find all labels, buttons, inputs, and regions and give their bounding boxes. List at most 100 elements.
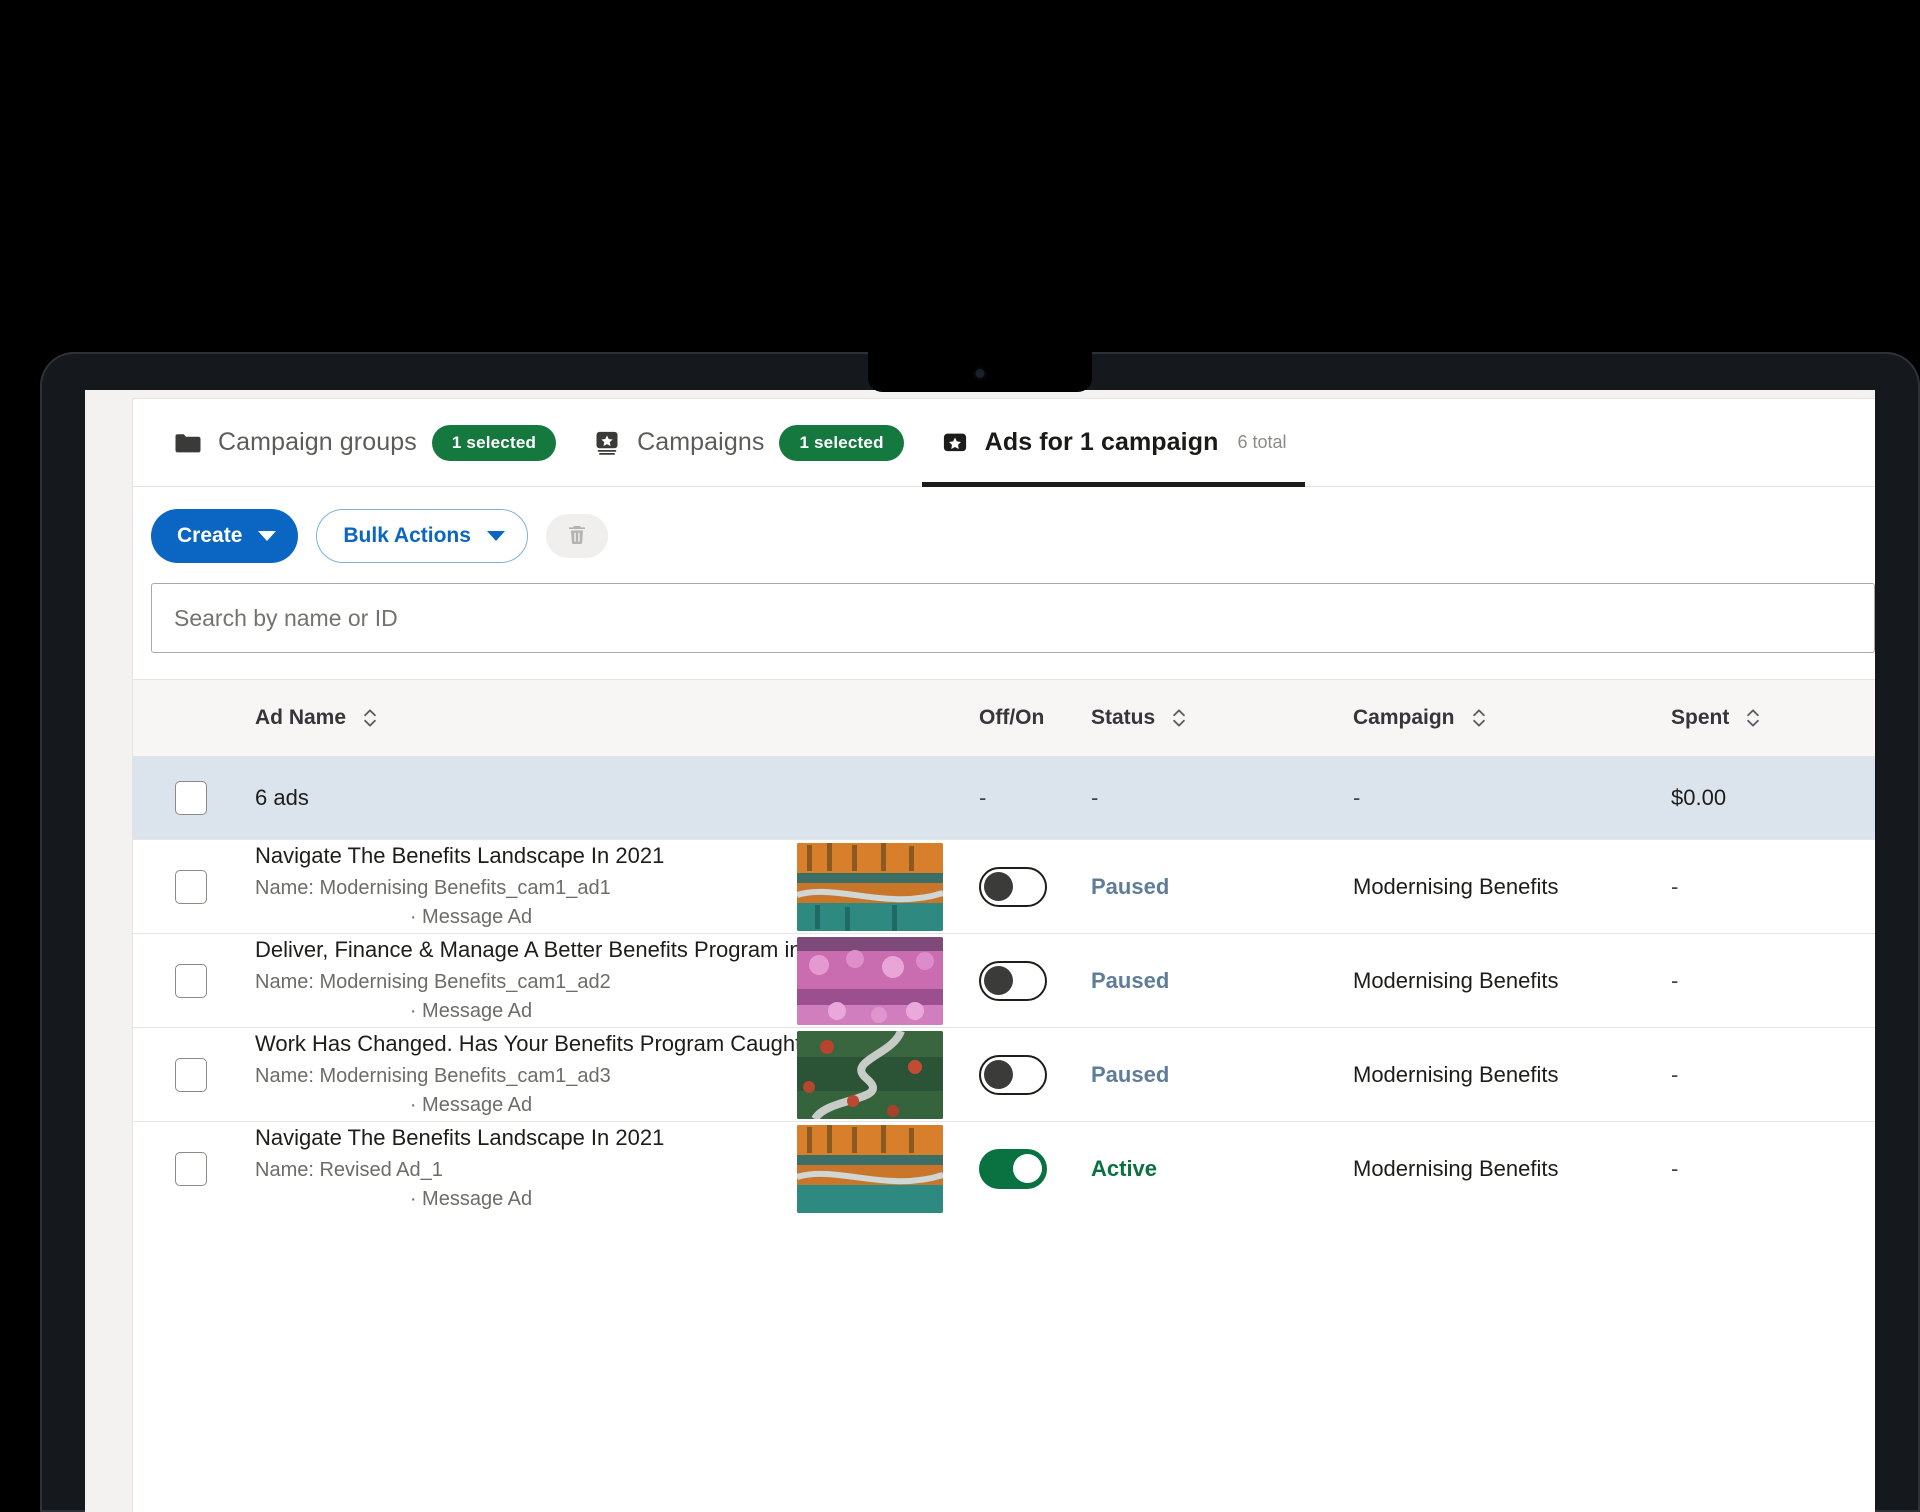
column-label: Ad Name [255, 706, 347, 729]
row-spent-cell: - [1671, 874, 1871, 900]
chevron-down-icon [258, 530, 277, 541]
row-status-cell: Paused [1091, 1062, 1353, 1088]
column-label: Campaign [1353, 706, 1455, 729]
sort-icon[interactable] [1169, 706, 1189, 730]
tab-bar: Campaign groups 1 selected Campaigns 1 s… [133, 399, 1875, 487]
selected-badge: 1 selected [431, 424, 557, 461]
sort-icon[interactable] [1743, 706, 1763, 730]
header-spent[interactable]: Spent [1671, 706, 1871, 730]
row-checkbox[interactable] [175, 1057, 207, 1092]
summary-count: 6 ads [255, 785, 309, 810]
row-status-cell: Paused [1091, 968, 1353, 994]
row-checkbox-cell [133, 1057, 237, 1092]
ad-type: · Message Ad [409, 905, 533, 928]
screen: Campaign groups 1 selected Campaigns 1 s… [85, 390, 1875, 1512]
row-checkbox-cell [133, 869, 237, 904]
tab-ads-for-campaign[interactable]: Ads for 1 campaign 6 total [921, 399, 1305, 487]
webcam-notch [868, 352, 1092, 392]
app-window: Campaign groups 1 selected Campaigns 1 s… [132, 398, 1875, 1512]
off-on-toggle[interactable] [979, 960, 1047, 1001]
spent-value: - [1671, 873, 1679, 899]
row-campaign-cell: Modernising Benefits [1353, 1156, 1671, 1182]
summary-off-on-cell: - [979, 785, 1091, 811]
row-toggle-cell [979, 1054, 1091, 1095]
row-thumb-cell [797, 936, 979, 1025]
search-input[interactable] [151, 583, 1875, 653]
row-thumb-cell [797, 1030, 979, 1119]
sort-icon[interactable] [1469, 706, 1489, 730]
summary-status: - [1091, 785, 1099, 810]
tab-campaign-groups[interactable]: Campaign groups 1 selected [155, 399, 574, 486]
camera-icon [975, 369, 985, 378]
laptop-frame: Campaign groups 1 selected Campaigns 1 s… [40, 352, 1920, 1512]
row-campaign-cell: Modernising Benefits [1353, 874, 1671, 900]
campaign-book-icon [592, 428, 622, 458]
spent-value: - [1671, 967, 1679, 993]
row-checkbox-cell [133, 1151, 237, 1186]
toggle-knob [1013, 1153, 1042, 1183]
campaign-name: Modernising Benefits [1353, 873, 1559, 899]
header-status[interactable]: Status [1091, 706, 1353, 730]
summary-spent: $0.00 [1671, 785, 1727, 810]
row-status-cell: Active [1091, 1156, 1353, 1182]
create-button[interactable]: Create [151, 509, 299, 563]
campaign-name: Modernising Benefits [1353, 967, 1559, 993]
select-all-checkbox[interactable] [175, 781, 207, 815]
header-campaign[interactable]: Campaign [1353, 706, 1671, 730]
ad-thumbnail [797, 936, 943, 1025]
toggle-knob [984, 871, 1013, 901]
sort-icon[interactable] [360, 706, 380, 730]
table-row[interactable]: Navigate The Benefits Landscape In 2021 … [133, 1121, 1875, 1215]
column-label: Spent [1671, 706, 1730, 729]
ads-table: Ad Name Off/On Status Campaign Spent 6 a… [133, 679, 1875, 1215]
search-bar [133, 583, 1875, 653]
delete-button[interactable] [545, 514, 608, 558]
row-checkbox[interactable] [175, 1151, 207, 1186]
row-ad-name-cell: Navigate The Benefits Landscape In 2021 … [237, 842, 797, 931]
table-row[interactable]: Work Has Changed. Has Your Benefits Prog… [133, 1027, 1875, 1121]
ad-title: Navigate The Benefits Landscape In 2021 [255, 1125, 665, 1151]
table-row[interactable]: Deliver, Finance & Manage A Better Benef… [133, 933, 1875, 1027]
ad-type: · Message Ad [409, 1187, 533, 1210]
toolbar: Create Bulk Actions [133, 487, 1875, 583]
ad-internal-name: Name: Revised Ad_1 [255, 1158, 443, 1181]
row-campaign-cell: Modernising Benefits [1353, 1062, 1671, 1088]
summary-status-cell: - [1091, 785, 1353, 811]
tab-label: Ads for 1 campaign [984, 428, 1219, 456]
row-checkbox[interactable] [175, 963, 207, 998]
chevron-down-icon [486, 530, 505, 541]
row-ad-name-cell: Work Has Changed. Has Your Benefits Prog… [237, 1030, 848, 1119]
tab-campaigns[interactable]: Campaigns 1 selected [574, 399, 922, 486]
ad-internal-name: Name: Modernising Benefits_cam1_ad1 [255, 876, 611, 899]
table-row[interactable]: Navigate The Benefits Landscape In 2021 … [133, 839, 1875, 933]
off-on-toggle[interactable] [979, 1054, 1047, 1095]
row-spent-cell: - [1671, 1156, 1871, 1182]
summary-campaign-cell: - [1353, 785, 1671, 811]
summary-spent-cell: $0.00 [1671, 785, 1871, 811]
campaign-name: Modernising Benefits [1353, 1061, 1559, 1087]
ad-thumbnail [797, 1124, 943, 1213]
row-spent-cell: - [1671, 1062, 1871, 1088]
tab-total-count: 6 total [1237, 432, 1287, 452]
row-toggle-cell [979, 866, 1091, 907]
row-checkbox-cell [133, 963, 237, 998]
ad-title: Navigate The Benefits Landscape In 2021 [255, 843, 665, 869]
bulk-actions-button[interactable]: Bulk Actions [316, 509, 528, 563]
ad-title: Work Has Changed. Has Your Benefits Prog… [255, 1031, 848, 1057]
row-thumb-cell [797, 1124, 979, 1213]
row-toggle-cell [979, 1148, 1091, 1189]
column-label: Status [1091, 706, 1156, 729]
tab-label: Campaigns [637, 428, 765, 456]
off-on-toggle[interactable] [979, 1148, 1047, 1189]
header-ad-name[interactable]: Ad Name [237, 706, 797, 730]
summary-campaign: - [1353, 785, 1361, 810]
folder-icon [173, 428, 203, 458]
row-checkbox[interactable] [175, 869, 207, 904]
ad-thumbnail [797, 842, 943, 931]
status-badge: Paused [1091, 967, 1170, 993]
ad-internal-name: Name: Modernising Benefits_cam1_ad3 [255, 1064, 611, 1087]
toggle-knob [984, 965, 1013, 995]
status-badge: Paused [1091, 1061, 1170, 1087]
off-on-toggle[interactable] [979, 866, 1047, 907]
spent-value: - [1671, 1061, 1679, 1087]
